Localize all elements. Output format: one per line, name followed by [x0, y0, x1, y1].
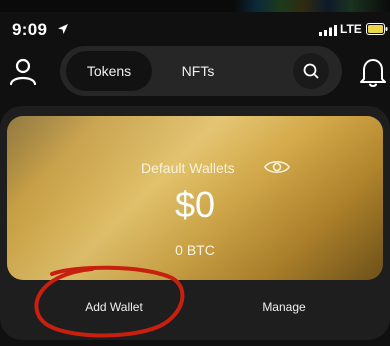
wallet-panel: Default Wallets $0 0 BTC Add Wallet Mana… — [0, 106, 390, 340]
screen-top-artifact — [0, 0, 390, 12]
search-button[interactable] — [293, 53, 329, 89]
wallet-balance: $0 — [174, 184, 216, 225]
person-icon[interactable] — [8, 56, 38, 86]
top-header: Tokens NFTs — [0, 46, 390, 98]
wallet-btc-balance: 0 BTC — [175, 242, 215, 258]
eye-icon[interactable] — [263, 158, 291, 176]
manage-button[interactable]: Manage — [236, 300, 332, 314]
status-time: 9:09 — [12, 20, 48, 39]
wallet-card-title: Default Wallets — [141, 160, 235, 176]
wallet-actions: Add Wallet Manage — [0, 292, 390, 328]
add-wallet-button[interactable]: Add Wallet — [60, 300, 168, 314]
battery-icon — [366, 23, 388, 35]
tab-tokens[interactable]: Tokens — [66, 51, 152, 91]
tab-bar: Tokens NFTs — [60, 46, 342, 96]
search-icon — [303, 63, 319, 79]
signal-bars-icon — [319, 25, 337, 36]
bell-icon[interactable] — [358, 56, 388, 88]
location-arrow-icon — [58, 24, 68, 34]
wallet-card[interactable]: Default Wallets $0 0 BTC — [7, 116, 383, 280]
status-bar: 9:09 LTE — [0, 18, 390, 44]
tab-nfts[interactable]: NFTs — [168, 51, 228, 91]
network-type: LTE — [340, 22, 362, 36]
